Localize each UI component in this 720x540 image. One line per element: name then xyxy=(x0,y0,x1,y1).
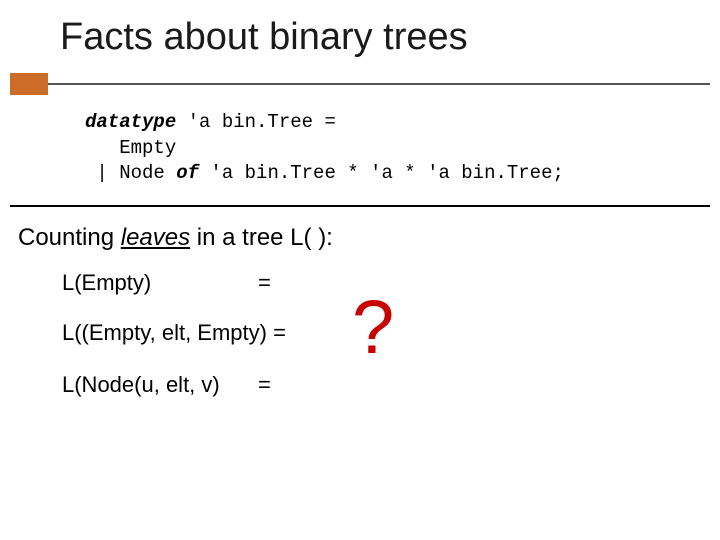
slide-title: Facts about binary trees xyxy=(60,16,468,59)
eq3-lhs: L(Node(u, elt, v) xyxy=(62,372,252,398)
code-line3-pre: | Node xyxy=(85,162,176,184)
equation-row-1: L(Empty)= xyxy=(62,270,271,296)
code-line1-rest: 'a bin.Tree = xyxy=(176,111,336,133)
eq1-equals: = xyxy=(252,270,271,296)
slide: Facts about binary trees datatype 'a bin… xyxy=(0,0,720,540)
accent-block xyxy=(10,73,48,95)
eq1-lhs: L(Empty) xyxy=(62,270,252,296)
subtitle-post: in a tree L( ): xyxy=(190,224,333,251)
keyword-of: of xyxy=(176,162,199,184)
eq2-full: L((Empty, elt, Empty) = xyxy=(62,320,286,346)
question-mark: ? xyxy=(352,284,394,371)
eq3-equals: = xyxy=(252,372,271,398)
section-divider xyxy=(10,205,710,207)
code-line3-rest: 'a bin.Tree * 'a * 'a bin.Tree; xyxy=(199,162,564,184)
datatype-code: datatype 'a bin.Tree = Empty | Node of '… xyxy=(85,110,564,187)
subtitle-emph: leaves xyxy=(121,224,190,251)
keyword-datatype: datatype xyxy=(85,111,176,133)
code-line2: Empty xyxy=(85,137,176,159)
subtitle: Counting leaves in a tree L( ): xyxy=(18,224,333,252)
title-underline xyxy=(48,83,710,85)
subtitle-pre: Counting xyxy=(18,224,121,251)
equation-row-3: L(Node(u, elt, v)= xyxy=(62,372,271,398)
equation-row-2: L((Empty, elt, Empty) = xyxy=(62,320,286,346)
